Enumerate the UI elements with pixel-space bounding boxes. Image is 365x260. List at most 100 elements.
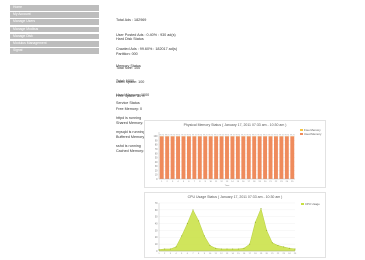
memory-used-bar bbox=[192, 136, 197, 179]
cpu-chart: 0102030405060701 2 3 4 5 6 7 8 9 10 11 12 13 14 15 16 17… bbox=[155, 202, 297, 255]
memory-used-bar bbox=[225, 136, 229, 179]
memory-x-tick-label: 19 bbox=[258, 181, 261, 183]
memory-y-tick-label: 0 bbox=[156, 178, 158, 181]
memory-y-tick-label: 20 bbox=[155, 169, 158, 172]
memory-bar-data-label: 99.74 bbox=[257, 134, 262, 136]
memory-bar-data-label: 99.74 bbox=[208, 134, 213, 136]
memory-bar-data-label: 99.74 bbox=[290, 134, 295, 136]
cpu-chart-legend: CPU Usage bbox=[301, 202, 320, 207]
memory-used-bar bbox=[170, 136, 175, 179]
cpu-usage-point bbox=[294, 248, 296, 250]
memory-used-bar bbox=[181, 136, 186, 179]
cpu-usage-point bbox=[277, 245, 279, 247]
cpu-x-tick-label: 25 bbox=[294, 253, 297, 255]
cpu-usage-point bbox=[209, 245, 211, 247]
memory-y-tick-label: 30 bbox=[155, 165, 158, 168]
memory-x-tick-label: 17 bbox=[248, 181, 251, 183]
cpu-x-tick-label: 19 bbox=[260, 253, 263, 255]
memory-used-bar bbox=[203, 136, 208, 179]
memory-used-bar bbox=[274, 136, 278, 179]
cpu-x-tick-label: 1 bbox=[158, 253, 160, 255]
memory-y-tick-label: 70 bbox=[155, 148, 158, 151]
memory-used-bar bbox=[235, 136, 240, 179]
sidebar-item-manage-modbus[interactable]: Manage Modbus bbox=[10, 26, 99, 33]
service-sshd: sshd is running bbox=[116, 143, 141, 148]
memory-x-tick-label: 16 bbox=[242, 181, 245, 183]
cpu-x-tick-label: 5 bbox=[181, 253, 183, 255]
memory-used-bar bbox=[159, 136, 164, 179]
memory-x-axis-label: Time bbox=[225, 185, 231, 187]
cpu-x-tick-label: 16 bbox=[243, 253, 246, 255]
memory-bar-data-label: 99.74 bbox=[176, 134, 181, 136]
cpu-usage-point bbox=[243, 247, 245, 249]
ads-total: Total Ads : 182969 bbox=[116, 18, 147, 23]
memory-bar-data-label: 99.74 bbox=[236, 134, 241, 136]
memory-bar-data-label: 99.74 bbox=[159, 134, 164, 136]
cpu-usage-point bbox=[192, 209, 194, 211]
cpu-usage-point bbox=[260, 207, 262, 209]
memory-y-tick-label: 80 bbox=[155, 144, 158, 147]
cpu-usage-point bbox=[186, 223, 188, 225]
memory-x-tick-label: 6 bbox=[188, 181, 190, 183]
legend-cpu-usage: CPU Usage bbox=[301, 202, 320, 207]
memory-bar-data-label: 99.74 bbox=[192, 134, 197, 136]
memory-bar-data-label: 99.74 bbox=[268, 134, 273, 136]
cpu-y-tick-label: 40 bbox=[155, 222, 158, 225]
sidebar-item-signal[interactable]: Signal bbox=[10, 48, 99, 54]
cpu-usage-point bbox=[203, 235, 205, 237]
sidebar-item-my-account[interactable]: My Account bbox=[10, 12, 99, 18]
cpu-y-tick-label: 50 bbox=[155, 216, 158, 219]
cpu-x-tick-label: 9 bbox=[204, 253, 206, 255]
memory-x-tick-label: 24 bbox=[286, 181, 289, 183]
legend-used-memory-label: Used Memory bbox=[304, 131, 322, 136]
cpu-usage-point bbox=[164, 248, 166, 250]
memory-x-tick-label: 25 bbox=[291, 181, 294, 183]
cpu-x-tick-label: 11 bbox=[215, 253, 218, 255]
legend-free-memory-swatch bbox=[300, 129, 303, 132]
cpu-x-tick-label: 24 bbox=[288, 253, 291, 255]
memory-y-tick-label: 40 bbox=[155, 161, 158, 164]
memory-used-bar bbox=[279, 136, 284, 179]
cpu-x-tick-label: 18 bbox=[254, 253, 257, 255]
cpu-x-tick-label: 2 bbox=[164, 253, 166, 255]
cpu-x-tick-label: 17 bbox=[248, 253, 251, 255]
cpu-x-tick-label: 4 bbox=[175, 253, 177, 255]
memory-used-bar bbox=[290, 136, 295, 179]
sidebar-item-home[interactable]: Home bbox=[10, 5, 99, 11]
memory-used-bar bbox=[197, 136, 202, 179]
memory-bar-data-label: 99.74 bbox=[252, 134, 257, 136]
memory-y-tick-label: 10 bbox=[155, 174, 158, 177]
memory-bar-data-label: 99.74 bbox=[285, 134, 290, 136]
cpu-x-tick-label: 7 bbox=[192, 253, 194, 255]
cpu-usage-point bbox=[237, 248, 239, 250]
cpu-y-tick-label: 30 bbox=[155, 229, 158, 232]
legend-used-memory: Used Memory bbox=[300, 131, 322, 137]
memory-bar-data-label: 99.74 bbox=[181, 134, 186, 136]
memory-bar-data-label: 99.74 bbox=[170, 134, 175, 136]
cpu-x-tick-label: 12 bbox=[220, 253, 223, 255]
cpu-usage-point bbox=[198, 220, 200, 222]
memory-bar-data-label: 99.74 bbox=[279, 134, 284, 136]
memory-used-bar bbox=[219, 136, 224, 179]
cpu-x-tick-label: 20 bbox=[265, 253, 268, 255]
memory-bar-data-label: 99.74 bbox=[241, 134, 246, 136]
sidebar-item-modulus-management[interactable]: Modulus Management bbox=[10, 40, 99, 47]
memory-bar-data-label: 99.74 bbox=[165, 134, 170, 136]
sidebar-item-manage-users[interactable]: Manage Users bbox=[10, 19, 99, 25]
memory-used-bar bbox=[176, 136, 180, 179]
cpu-usage-point bbox=[254, 221, 256, 223]
sidebar-item-manage-disk[interactable]: Manage Disk bbox=[10, 33, 99, 40]
memory-x-tick-label: 2 bbox=[167, 181, 169, 183]
cpu-x-tick-label: 8 bbox=[198, 253, 200, 255]
cpu-x-tick-label: 22 bbox=[277, 253, 280, 255]
memory-x-tick-label: 3 bbox=[172, 181, 174, 183]
service-heading: Service Status bbox=[116, 101, 140, 106]
sidebar-nav: Home My Account Manage Users Manage Modb… bbox=[10, 5, 99, 55]
memory-used-bar bbox=[186, 136, 191, 179]
memory-bar-data-label: 99.74 bbox=[187, 134, 192, 136]
memory-bar-data-label: 99.74 bbox=[219, 134, 224, 136]
memory-used-bar bbox=[208, 136, 213, 179]
memory-x-tick-label: 15 bbox=[237, 181, 240, 183]
memory-chart-panel: Physical Memory Status ( January 17, 201… bbox=[144, 120, 326, 188]
cpu-usage-point bbox=[266, 229, 268, 231]
